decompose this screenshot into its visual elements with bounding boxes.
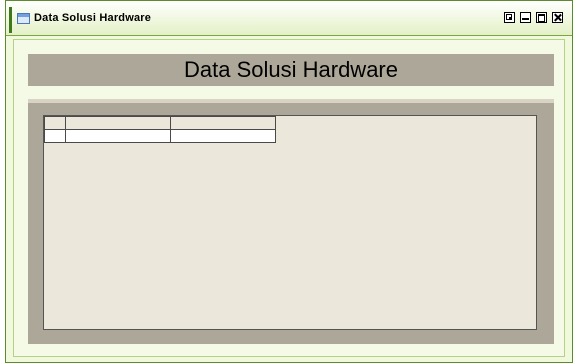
header-panel: Data Solusi Hardware	[28, 54, 554, 86]
window-icon	[17, 13, 30, 24]
grid-frame	[28, 99, 554, 344]
grid-cell[interactable]	[170, 129, 276, 143]
grid-corner-cell[interactable]	[44, 116, 66, 130]
grid-column-header[interactable]	[65, 116, 171, 130]
title-accent-bar	[9, 7, 12, 33]
grid-table[interactable]	[44, 116, 276, 143]
grid-column-header[interactable]	[170, 116, 276, 130]
table-row[interactable]	[44, 129, 276, 143]
grid-header-row	[44, 116, 276, 130]
app-window: Data Solusi Hardware Data Solusi Hardwar…	[5, 0, 573, 363]
title-bar[interactable]: Data Solusi Hardware	[6, 1, 572, 36]
window-title: Data Solusi Hardware	[34, 12, 152, 24]
restore-icon[interactable]	[504, 12, 515, 23]
row-selector-cell[interactable]	[44, 129, 66, 143]
minimize-icon[interactable]	[520, 12, 531, 23]
grid-cell[interactable]	[65, 129, 171, 143]
close-icon[interactable]	[552, 12, 563, 23]
form-client-area: Data Solusi Hardware	[13, 39, 565, 357]
maximize-icon[interactable]	[536, 12, 547, 23]
page-title: Data Solusi Hardware	[184, 57, 398, 82]
data-grid[interactable]	[43, 115, 537, 330]
